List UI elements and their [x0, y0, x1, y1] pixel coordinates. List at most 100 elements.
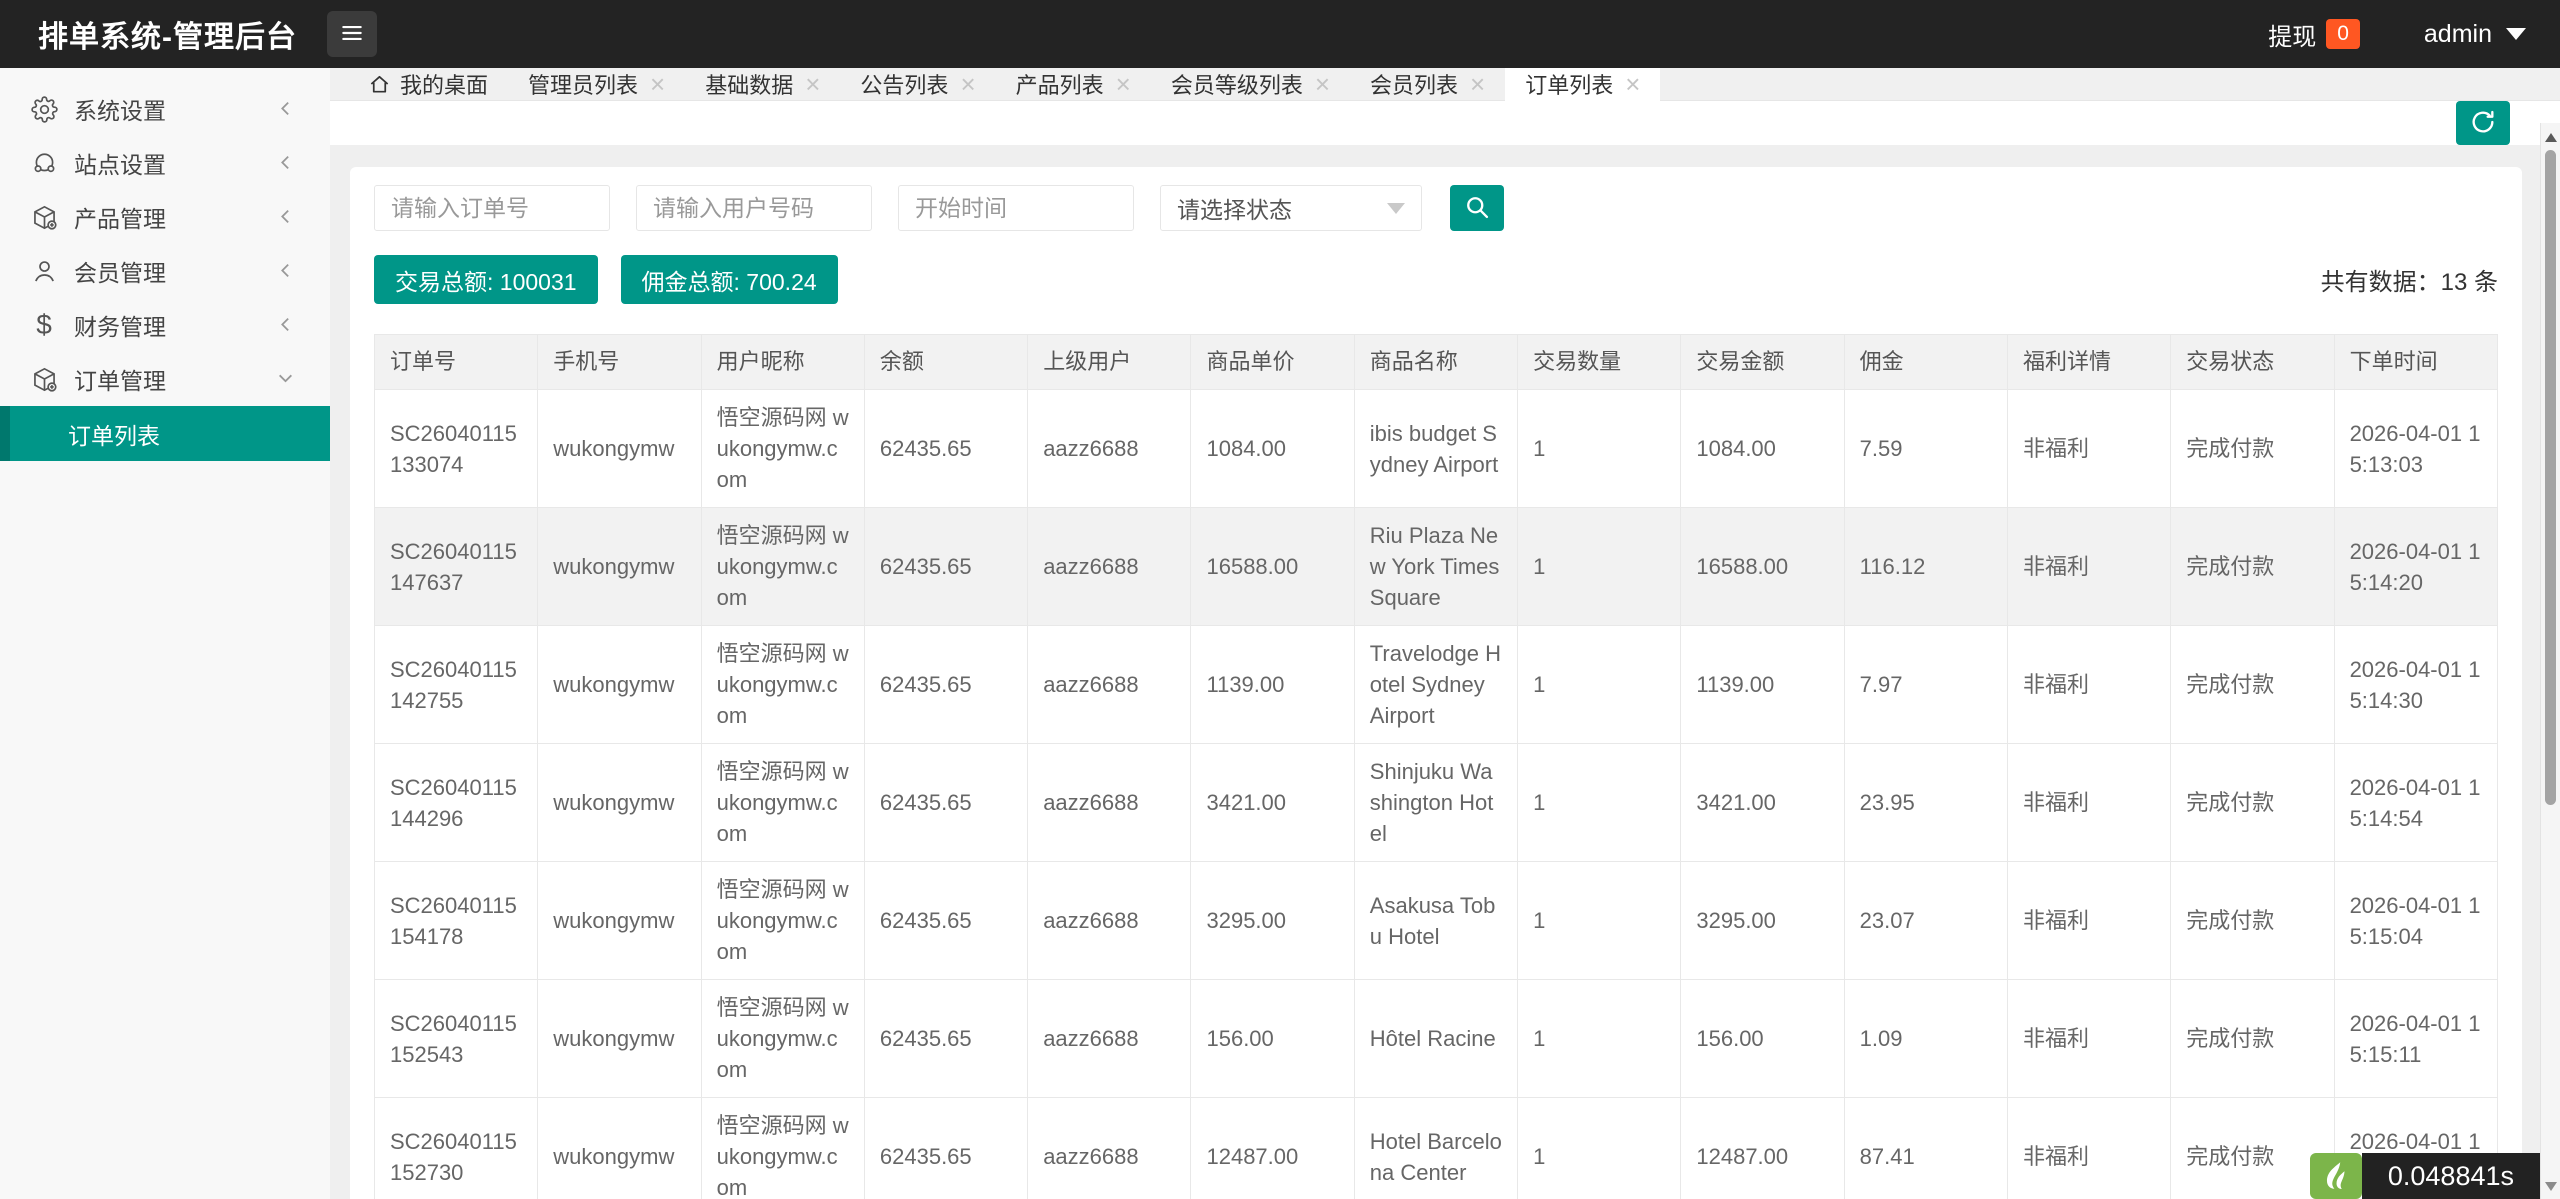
sidebar-item-label: 站点设置 [74, 146, 277, 180]
table-cell: 完成付款 [2171, 508, 2334, 626]
search-icon [1463, 193, 1491, 224]
column-header: 用户昵称 [701, 335, 864, 390]
tab-admin-list[interactable]: 管理员列表 × [508, 68, 685, 100]
table-cell: 非福利 [2007, 626, 2170, 744]
table-cell: 非福利 [2007, 508, 2170, 626]
tab-close-icon[interactable]: × [1625, 71, 1640, 97]
table-cell: aazz6688 [1028, 744, 1191, 862]
table-cell: 非福利 [2007, 390, 2170, 508]
table-cell: SC26040115147637 [375, 508, 538, 626]
tab-label: 管理员列表 [528, 68, 638, 100]
tab-basic-data[interactable]: 基础数据× [685, 68, 840, 100]
table-cell: 非福利 [2007, 862, 2170, 980]
table-cell: aazz6688 [1028, 390, 1191, 508]
vertical-scrollbar[interactable] [2540, 123, 2560, 1199]
menu-icon [339, 20, 365, 49]
tab-close-icon[interactable]: × [960, 71, 975, 97]
table-cell: 7.59 [1844, 390, 2007, 508]
record-count: 共有数据：13 条 [2321, 262, 2498, 297]
sidebar-item-member-management[interactable]: 会员管理 [0, 244, 330, 298]
sidebar-item-label: 会员管理 [74, 254, 277, 288]
filter-bar: 请选择状态 [374, 185, 2498, 231]
sidebar-item-finance-management[interactable]: $ 财务管理 [0, 298, 330, 352]
order-no-input[interactable] [374, 185, 610, 231]
sidebar-subitem-order-list[interactable]: 订单列表 [0, 406, 330, 461]
refresh-button[interactable] [2456, 101, 2510, 145]
table-cell: 87.41 [1844, 1098, 2007, 1199]
table-cell: 3421.00 [1191, 744, 1354, 862]
sidebar-item-system-settings[interactable]: 系统设置 [0, 82, 330, 136]
table-cell: 非福利 [2007, 980, 2170, 1098]
tab-close-icon[interactable]: × [650, 71, 665, 97]
table-cell: 悟空源码网 wukongymw.com [701, 626, 864, 744]
table-cell: 完成付款 [2171, 626, 2334, 744]
table-cell: 2026-04-01 15:13:03 [2334, 390, 2497, 508]
table-cell: 116.12 [1844, 508, 2007, 626]
tab-notice-list[interactable]: 公告列表× [840, 68, 995, 100]
trade-total-badge: 交易总额: 100031 [374, 255, 598, 304]
sidebar-item-site-settings[interactable]: 站点设置 [0, 136, 330, 190]
column-header: 佣金 [1844, 335, 2007, 390]
table-cell: Shinjuku Washington Hotel [1354, 744, 1517, 862]
tab-my-desktop[interactable]: 我的桌面 [348, 68, 508, 100]
tab-member-level-list[interactable]: 会员等级列表 × [1151, 68, 1350, 100]
site-icon [30, 150, 58, 177]
scrollbar-thumb[interactable] [2545, 150, 2556, 805]
user-no-input[interactable] [636, 185, 872, 231]
tab-product-list[interactable]: 产品列表 × [996, 68, 1151, 100]
table-cell: 1 [1518, 1098, 1681, 1199]
table-cell: SC26040115154178 [375, 862, 538, 980]
tab-label: 产品列表 [1016, 68, 1104, 100]
tab-label: 会员等级列表 [1171, 68, 1303, 100]
cube-icon [30, 204, 58, 231]
table-cell: 2026-04-01 15:14:30 [2334, 626, 2497, 744]
sidebar-item-order-management[interactable]: 订单管理 [0, 352, 330, 406]
table-cell: 2026-04-01 15:15:04 [2334, 862, 2497, 980]
table-cell: 62435.65 [864, 508, 1027, 626]
tab-member-list[interactable]: 会员列表 × [1350, 68, 1505, 100]
caret-down-icon [1387, 203, 1405, 214]
stats-row: 交易总额: 100031 佣金总额: 700.24 共有数据：13 条 [374, 255, 2498, 304]
table-cell: 1 [1518, 744, 1681, 862]
sidebar-item-label: 系统设置 [74, 92, 277, 126]
tab-close-icon[interactable]: × [1470, 71, 1485, 97]
table-cell: 悟空源码网 wukongymw.com [701, 390, 864, 508]
table-cell: 1 [1518, 980, 1681, 1098]
table-cell: 非福利 [2007, 744, 2170, 862]
user-menu[interactable]: admin [2424, 20, 2526, 49]
column-header: 余额 [864, 335, 1027, 390]
tab-close-icon[interactable]: × [1315, 71, 1330, 97]
sidebar-item-product-management[interactable]: 产品管理 [0, 190, 330, 244]
scroll-down-arrow-icon[interactable] [2545, 1182, 2557, 1191]
table-cell: 悟空源码网 wukongymw.com [701, 862, 864, 980]
commission-total-badge: 佣金总额: 700.24 [621, 255, 838, 304]
search-button[interactable] [1450, 185, 1504, 231]
tab-order-list[interactable]: 订单列表× [1505, 68, 1660, 100]
column-header: 上级用户 [1028, 335, 1191, 390]
table-cell: 完成付款 [2171, 390, 2334, 508]
column-header: 商品名称 [1354, 335, 1517, 390]
status-select[interactable]: 请选择状态 [1160, 185, 1422, 231]
table-row: SC26040115142755wukongymw悟空源码网 wukongymw… [375, 626, 2498, 744]
column-header: 手机号 [538, 335, 701, 390]
scroll-up-arrow-icon[interactable] [2545, 133, 2557, 142]
chevron-left-icon [277, 150, 294, 177]
table-cell: Hotel Barcelona Center [1354, 1098, 1517, 1199]
start-time-input[interactable] [898, 185, 1134, 231]
app-header: 排单系统-管理后台 提现 0 admin [0, 0, 2560, 68]
table-cell: 16588.00 [1681, 508, 1844, 626]
withdraw-link[interactable]: 提现 0 [2268, 17, 2360, 52]
table-cell: 2026-04-01 15:14:54 [2334, 744, 2497, 862]
trace-badge[interactable]: 0.048841s [2310, 1153, 2540, 1199]
sidebar-toggle-button[interactable] [327, 11, 377, 57]
table-cell: 62435.65 [864, 862, 1027, 980]
table-cell: aazz6688 [1028, 862, 1191, 980]
tab-label: 会员列表 [1370, 68, 1458, 100]
table-cell: SC26040115144296 [375, 744, 538, 862]
tab-close-icon[interactable]: × [805, 71, 820, 97]
sidebar-item-label: 产品管理 [74, 200, 277, 234]
table-cell: 62435.65 [864, 390, 1027, 508]
tab-close-icon[interactable]: × [1116, 71, 1131, 97]
table-cell: 62435.65 [864, 980, 1027, 1098]
user-icon [30, 258, 58, 285]
